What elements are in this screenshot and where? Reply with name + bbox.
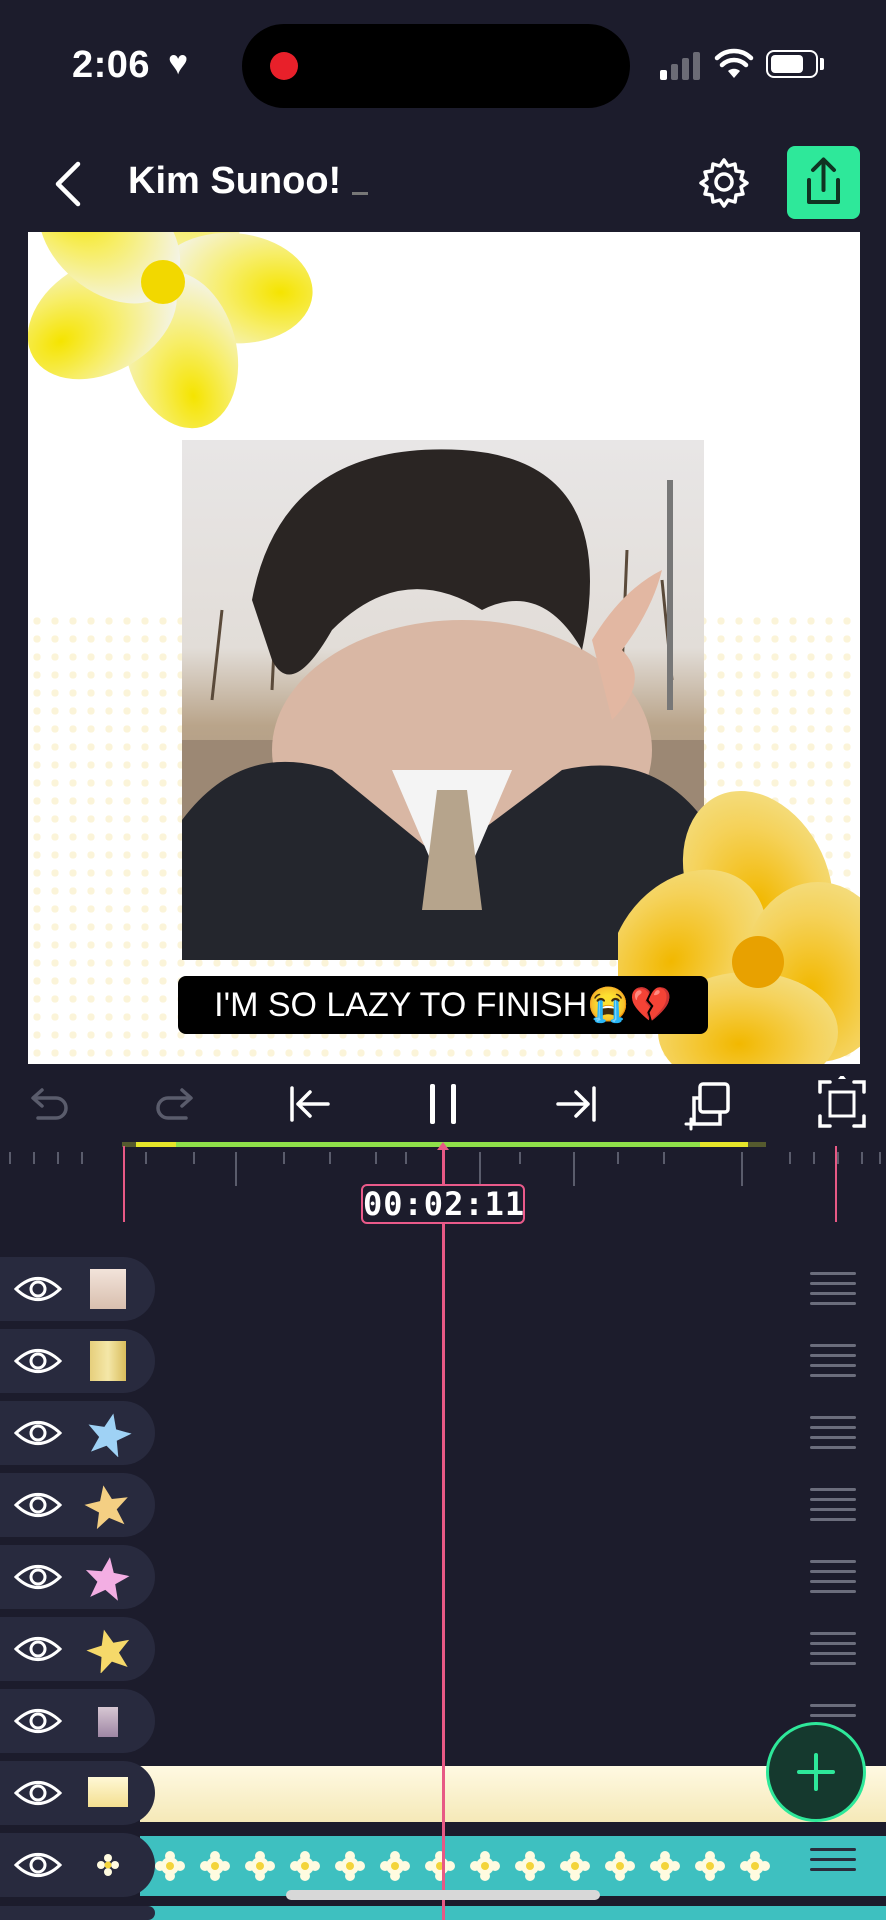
- layer-row[interactable]: [0, 1257, 155, 1321]
- dynamic-island: [242, 24, 630, 108]
- drag-handle-icon[interactable]: [810, 1416, 856, 1450]
- skip-to-end-icon[interactable]: [548, 1076, 604, 1132]
- layer-row[interactable]: [0, 1761, 155, 1825]
- layer-row[interactable]: [0, 1401, 155, 1465]
- small-photo-thumb: [98, 1707, 118, 1737]
- flower-strip: [155, 1851, 770, 1881]
- eye-icon[interactable]: [14, 1344, 62, 1378]
- share-icon: [807, 157, 840, 204]
- pause-icon[interactable]: [415, 1076, 471, 1132]
- status-bar: 2:06 ♥: [0, 0, 886, 130]
- eye-icon[interactable]: [14, 1848, 62, 1882]
- drag-handle-icon[interactable]: [810, 1344, 856, 1378]
- eye-icon[interactable]: [14, 1416, 62, 1450]
- back-chevron-icon[interactable]: [48, 158, 88, 210]
- battery-nub: [820, 58, 824, 70]
- photo-thumb: [90, 1269, 126, 1309]
- eye-icon[interactable]: [14, 1776, 62, 1810]
- photo-thumb-yellow: [90, 1341, 126, 1381]
- heart-icon: ♥: [168, 44, 189, 82]
- pink-star-thumb: [85, 1557, 130, 1601]
- timecode: 00:02:11: [361, 1184, 526, 1224]
- duplicate-icon[interactable]: [682, 1076, 738, 1132]
- title-cursor: [352, 192, 368, 195]
- home-indicator: [286, 1890, 600, 1900]
- eye-icon[interactable]: [14, 1560, 62, 1594]
- redo-icon[interactable]: [150, 1076, 206, 1132]
- eye-icon[interactable]: [14, 1488, 62, 1522]
- yellow-rect-thumb: [88, 1777, 128, 1807]
- drag-handle-icon[interactable]: [810, 1488, 856, 1522]
- skip-to-start-icon[interactable]: [282, 1076, 338, 1132]
- drag-handle-icon[interactable]: [810, 1848, 856, 1882]
- export-button[interactable]: [787, 146, 860, 219]
- eye-icon[interactable]: [14, 1704, 62, 1738]
- blue-star-thumb: [88, 1413, 132, 1457]
- status-time: 2:06: [72, 44, 151, 86]
- plus-icon: [797, 1753, 835, 1791]
- project-title[interactable]: Kim Sunoo!: [128, 160, 341, 203]
- yellow-star-thumb: [86, 1629, 130, 1673]
- eye-icon[interactable]: [14, 1632, 62, 1666]
- undo-icon[interactable]: [18, 1076, 74, 1132]
- sticker-track-partial: [140, 1906, 886, 1920]
- drag-handle-icon[interactable]: [810, 1632, 856, 1666]
- layer-row[interactable]: [0, 1617, 155, 1681]
- drag-handle-icon[interactable]: [810, 1560, 856, 1594]
- layer-row[interactable]: [0, 1473, 155, 1537]
- gear-icon[interactable]: [698, 156, 750, 208]
- plumeria-flower-sticker: [28, 232, 313, 429]
- preview-canvas[interactable]: I'M SO LAZY TO FINISH😭💔: [28, 232, 860, 1064]
- flower-sticker-thumb: [97, 1854, 119, 1876]
- eye-icon[interactable]: [14, 1272, 62, 1306]
- layer-row[interactable]: [0, 1906, 155, 1920]
- recording-dot-icon: [270, 52, 298, 80]
- layer-row[interactable]: [0, 1329, 155, 1393]
- sticker-track-flowers[interactable]: [140, 1836, 886, 1896]
- drag-handle-icon[interactable]: [810, 1272, 856, 1306]
- layer-row[interactable]: [0, 1689, 155, 1753]
- layer-row[interactable]: [0, 1545, 155, 1609]
- wifi-icon: [714, 48, 754, 78]
- orange-star-thumb: [84, 1485, 128, 1529]
- cellular-signal-icon: [660, 50, 704, 80]
- layer-row[interactable]: [0, 1833, 155, 1897]
- battery-icon: [766, 50, 818, 78]
- fullscreen-icon[interactable]: [814, 1076, 870, 1132]
- caption-text[interactable]: I'M SO LAZY TO FINISH😭💔: [178, 976, 708, 1034]
- add-layer-button[interactable]: [766, 1722, 866, 1822]
